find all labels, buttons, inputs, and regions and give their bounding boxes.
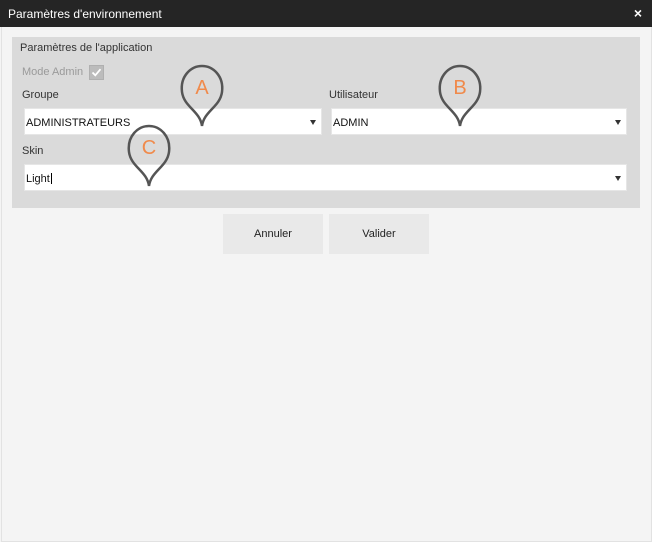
skin-value: Light	[26, 173, 52, 185]
callout-letter-b: B	[453, 77, 466, 99]
callout-pin-b: B	[438, 64, 482, 127]
checkmark-icon	[91, 68, 102, 77]
dropdown-arrow-icon	[615, 176, 621, 181]
group-title: Paramètres de l'application	[20, 42, 153, 54]
validate-button[interactable]: Valider	[329, 214, 429, 254]
utilisateur-value: ADMIN	[333, 117, 369, 129]
callout-letter-c: C	[142, 137, 156, 159]
title-bar: Paramètres d'environnement ×	[0, 0, 652, 27]
callout-pin-c: C	[127, 124, 171, 187]
mode-admin-checkbox[interactable]	[89, 65, 104, 80]
callout-pin-a: A	[180, 64, 224, 127]
utilisateur-label: Utilisateur	[329, 89, 378, 101]
groupe-value: ADMINISTRATEURS	[26, 117, 131, 129]
mode-admin-label: Mode Admin	[22, 66, 84, 78]
text-caret	[50, 173, 52, 184]
groupe-dropdown[interactable]: ADMINISTRATEURS	[24, 108, 322, 135]
skin-dropdown[interactable]: Light	[24, 164, 627, 191]
groupe-label: Groupe	[22, 89, 59, 101]
dropdown-arrow-icon	[615, 120, 621, 125]
cancel-button[interactable]: Annuler	[223, 214, 323, 254]
skin-label: Skin	[22, 145, 44, 157]
dropdown-arrow-icon	[310, 120, 316, 125]
close-icon[interactable]: ×	[630, 4, 646, 22]
callout-letter-a: A	[195, 77, 209, 99]
window-title: Paramètres d'environnement	[8, 7, 162, 21]
